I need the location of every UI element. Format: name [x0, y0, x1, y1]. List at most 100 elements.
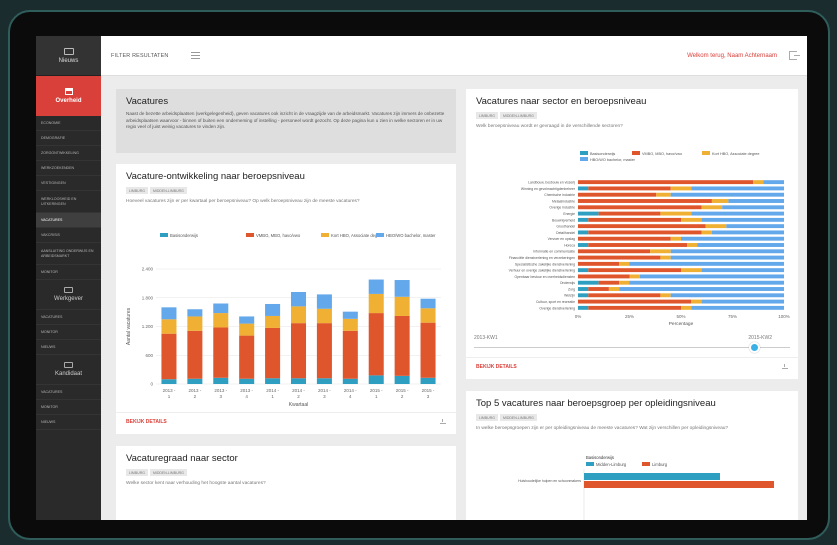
sidebar-subitem-vakcrisis[interactable]: Vakcrisis — [36, 228, 101, 243]
details-button[interactable]: BEKIJK DETAILS — [476, 364, 517, 370]
bar-segment — [728, 199, 784, 203]
region-tags: Limburg Midden-Limburg — [476, 112, 537, 119]
region-tags: Limburg Midden-Limburg — [476, 414, 537, 421]
sidebar-subitem-werkzoekenden[interactable]: Werkzoekenden — [36, 161, 101, 176]
sidebar-item-label: Werkgever — [54, 296, 83, 302]
bar-segment — [578, 186, 589, 191]
sidebar-item-kandidaat[interactable]: Kandidaat — [36, 355, 101, 385]
legend-label: Kort HBO, Associate degree — [712, 152, 760, 156]
bar-segment — [656, 192, 671, 197]
bar-segment — [420, 377, 436, 384]
sidebar-subitem-werkgever-monitor[interactable]: Monitor — [36, 325, 101, 340]
sidebar-item-nieuws[interactable]: Nieuws — [36, 36, 101, 76]
x-tick-label: 2013 - — [163, 388, 176, 393]
tag-midden-limburg[interactable]: Midden-Limburg — [499, 414, 537, 421]
bar-segment — [588, 217, 681, 222]
bar-segment — [239, 316, 255, 324]
bar-segment — [420, 322, 436, 378]
tag-midden-limburg[interactable]: Midden-Limburg — [149, 187, 187, 194]
bar-segment — [578, 199, 712, 203]
bar-segment — [578, 224, 706, 229]
chart-top5: Basisonderwijs Midden-Limburg Limburg Huish… — [518, 455, 774, 520]
y-tick-label: 600 — [145, 353, 153, 358]
time-slider[interactable]: 2013-KW1 2015-KW2 — [474, 335, 790, 353]
bar-segment — [670, 236, 681, 241]
bar-segment — [588, 186, 671, 191]
slider-track[interactable] — [474, 347, 790, 348]
bar-segment — [578, 236, 671, 241]
bar-segment — [588, 305, 681, 310]
card-subtitle: Welk beroepsniveau wordt er gevraagd in … — [476, 124, 623, 129]
y-tick-label: Overige dienstverlening — [539, 306, 575, 310]
y-tick-label: Cultuur, sport en recreatie — [536, 300, 575, 304]
sidebar-item-overheid[interactable]: Overheid — [36, 76, 101, 116]
sidebar-subitem-monitor[interactable]: Monitor — [36, 265, 101, 280]
sidebar-subitem-vacatures[interactable]: Vacatures — [36, 213, 101, 228]
tag-limburg[interactable]: Limburg — [476, 112, 498, 119]
sidebar-subitem-economie[interactable]: Economie — [36, 116, 101, 131]
sidebar-subitem-werkgever-nieuws[interactable]: Nieuws — [36, 340, 101, 355]
bar-segment — [342, 330, 358, 379]
sidebar-subitem-werkloosheid[interactable]: Werkloosheid en uitkeringen — [36, 191, 101, 213]
download-icon[interactable] — [440, 419, 446, 424]
bar-segment — [578, 217, 589, 222]
y-axis-label: Aantal vacatures — [126, 307, 132, 345]
bar-segment — [660, 255, 671, 260]
bar-segment — [578, 305, 589, 310]
bar-segment — [265, 378, 281, 384]
tag-limburg[interactable]: Limburg — [476, 414, 498, 421]
bar-segment — [239, 323, 255, 336]
legend-swatch — [702, 151, 710, 155]
bar-segment — [619, 261, 630, 266]
slider-handle[interactable] — [749, 342, 760, 353]
bar-segment — [578, 293, 589, 298]
sidebar-subitem-kandidaat-vacatures[interactable]: Vacatures — [36, 385, 101, 400]
legend-title: Basisonderwijs — [586, 455, 614, 460]
bar-segment — [681, 268, 702, 273]
sidebar-subitem-vestigingen[interactable]: Vestigingen — [36, 176, 101, 191]
bar-segment — [629, 274, 640, 279]
bar-segment — [394, 375, 410, 384]
sidebar-subitem-aansluiting[interactable]: Aansluiting onderwijs en arbeidsmarkt — [36, 243, 101, 265]
filter-results-button[interactable]: FILTER RESULTATEN — [111, 53, 169, 59]
tag-limburg[interactable]: Limburg — [126, 469, 148, 476]
bar-segment — [578, 255, 661, 260]
sidebar-subitem-kandidaat-nieuws[interactable]: Nieuws — [36, 415, 101, 430]
bar-segment — [316, 378, 332, 384]
filter-icon[interactable] — [190, 52, 200, 59]
y-tick-label: Landbouw, bosbouw en visserij — [528, 181, 575, 185]
sidebar-subitem-werkgever-vacatures[interactable]: Vacatures — [36, 310, 101, 325]
y-tick-label: Detailhandel — [556, 231, 575, 235]
bar-segment — [578, 249, 651, 254]
x-tick-label: 3 — [220, 394, 223, 399]
tag-midden-limburg[interactable]: Midden-Limburg — [149, 469, 187, 476]
tag-limburg[interactable]: Limburg — [126, 187, 148, 194]
bar-segment — [650, 249, 671, 254]
x-tick-label: 2013 - — [240, 388, 253, 393]
tag-midden-limburg[interactable]: Midden-Limburg — [499, 112, 537, 119]
legend-label: HBO/WO bachelor, master — [590, 158, 636, 162]
bar-segment — [598, 211, 661, 216]
logout-icon[interactable] — [789, 51, 800, 60]
sidebar-item-werkgever[interactable]: Werkgever — [36, 280, 101, 310]
legend-swatch — [376, 233, 384, 237]
y-tick-label: Financiële dienstverlening en verzekerin… — [509, 256, 575, 260]
x-tick-label: 2014 - — [292, 388, 305, 393]
bar-segment — [588, 287, 609, 291]
x-tick-label: 2014 - — [318, 388, 331, 393]
bar-segment — [578, 261, 620, 266]
download-icon[interactable] — [782, 364, 788, 369]
bar-segment — [265, 303, 281, 316]
user-greeting-link[interactable]: Welkom terug, Naam Achternaam — [687, 53, 777, 59]
bar-segment — [701, 205, 723, 210]
sidebar-subitem-demografie[interactable]: Demografie — [36, 131, 101, 146]
bar-segment — [670, 293, 784, 298]
details-button[interactable]: BEKIJK DETAILS — [126, 419, 167, 425]
bar-segment — [290, 292, 307, 307]
bar-segment — [578, 299, 692, 304]
sidebar-subitem-zorgontwikkeling[interactable]: Zorgontwikkeling — [36, 146, 101, 161]
bar-segment — [394, 280, 410, 297]
x-tick-label: 2015 - — [396, 388, 409, 393]
sidebar-subitem-kandidaat-monitor[interactable]: Monitor — [36, 400, 101, 415]
card-divider — [466, 357, 798, 358]
